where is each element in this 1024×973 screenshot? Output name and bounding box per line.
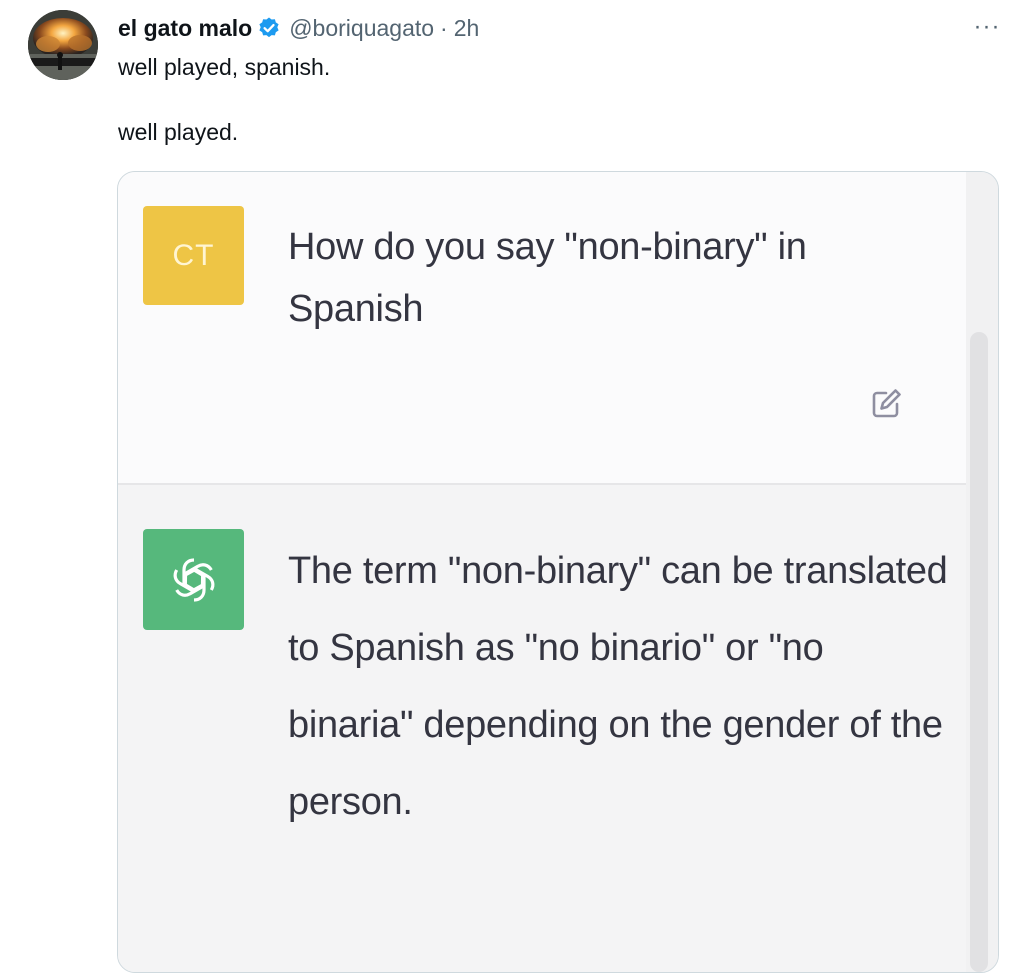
handle[interactable]: @boriquagato	[289, 15, 434, 42]
avatar[interactable]	[28, 10, 98, 80]
user-message: CT How do you say "non-binary" in Spanis…	[118, 172, 966, 484]
display-name[interactable]: el gato malo	[118, 15, 252, 42]
assistant-message: The term "non-binary" can be translated …	[118, 485, 966, 972]
timestamp[interactable]: 2h	[454, 15, 480, 42]
tweet-line: well played.	[118, 119, 239, 145]
avatar-image	[28, 10, 98, 80]
assistant-avatar	[143, 529, 244, 630]
tweet-text: well played, spanish. well played.	[118, 52, 330, 148]
more-options-button[interactable]: ···	[970, 13, 1004, 40]
more-dots-icon: ···	[973, 13, 1001, 40]
openai-logo-icon	[173, 557, 214, 602]
verified-badge-icon	[257, 16, 281, 40]
user-avatar: CT	[143, 206, 244, 305]
tweet-media-image[interactable]: CT How do you say "non-binary" in Spanis…	[117, 171, 999, 973]
edit-icon[interactable]	[866, 384, 906, 424]
assistant-answer-text: The term "non-binary" can be translated …	[288, 550, 948, 823]
user-question-text: How do you say "non-binary" in Spanish	[288, 226, 807, 330]
scrollbar-thumb[interactable]	[970, 332, 988, 972]
tweet-line: well played, spanish.	[118, 54, 331, 80]
tweet-header: el gato malo @boriquagato · 2h	[118, 12, 479, 44]
separator-dot: ·	[440, 14, 448, 41]
user-avatar-label: CT	[172, 238, 215, 272]
